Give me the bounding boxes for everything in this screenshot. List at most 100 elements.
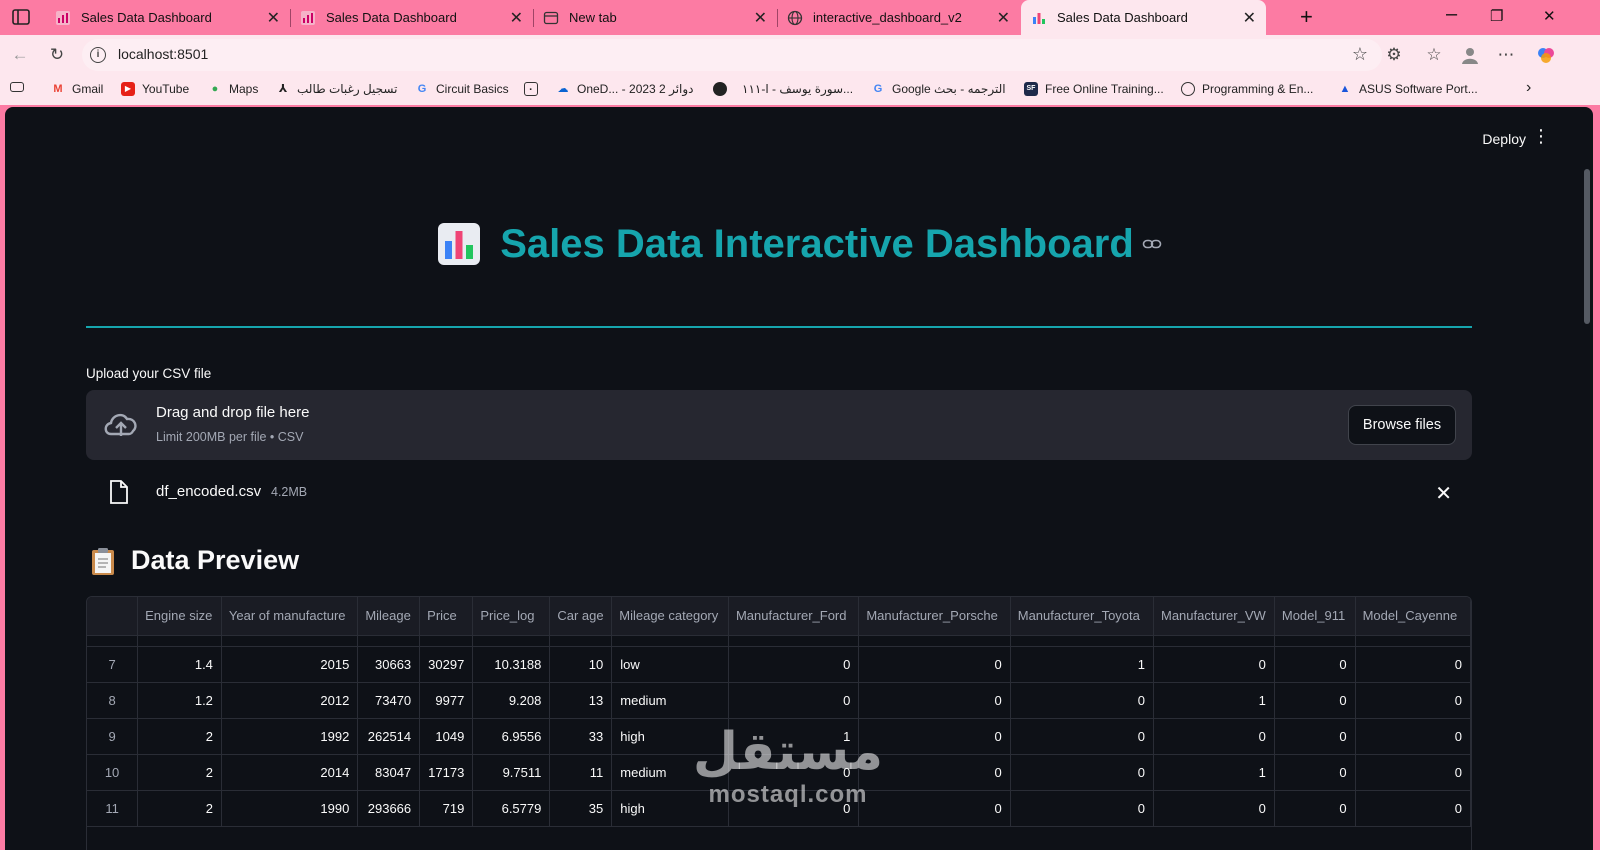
table-cell[interactable]: 0: [1355, 682, 1471, 719]
table-cell[interactable]: 9.208: [472, 682, 551, 719]
browser-tab[interactable]: Sales Data Dashboard ✕: [290, 0, 533, 35]
column-header[interactable]: Model_Cayenne: [1355, 597, 1471, 636]
apps-icon[interactable]: [10, 82, 31, 92]
extensions-icon[interactable]: ⚙: [1384, 45, 1404, 65]
table-cell[interactable]: 0: [1010, 682, 1155, 719]
table-cell[interactable]: 1: [1153, 754, 1275, 791]
column-header[interactable]: Manufacturer_VW: [1153, 597, 1275, 636]
table-cell[interactable]: 0: [1010, 718, 1155, 755]
tab-actions-icon[interactable]: [12, 9, 30, 25]
close-tab-icon[interactable]: ✕: [510, 8, 523, 28]
table-cell[interactable]: 0: [1355, 754, 1471, 791]
table-cell[interactable]: 0: [1274, 646, 1356, 683]
column-header[interactable]: Year of manufacture: [221, 597, 359, 636]
favorites-icon[interactable]: ☆: [1424, 45, 1444, 65]
remove-file-icon[interactable]: ✕: [1435, 481, 1452, 506]
table-cell[interactable]: 293666: [357, 790, 421, 827]
table-cell[interactable]: 262514: [357, 718, 421, 755]
table-cell[interactable]: 2: [137, 754, 222, 791]
table-cell[interactable]: 0: [1274, 682, 1356, 719]
table-cell[interactable]: 30663: [357, 646, 421, 683]
table-row[interactable]: 7 1.4 2015 30663 30297 10.3188 10 low 0 0 1 0 0 0: [87, 646, 1471, 683]
bookmark-onedrive[interactable]: ☁ OneD... - 2023 دوائر 2: [556, 82, 694, 96]
bookmark-free-training[interactable]: SF Free Online Training...: [1024, 82, 1164, 96]
url-text[interactable]: localhost:8501: [118, 46, 208, 62]
column-header[interactable]: Price_log: [472, 597, 551, 636]
table-cell[interactable]: 0: [728, 682, 860, 719]
table-cell[interactable]: 9.7511: [472, 754, 551, 791]
favorite-star-icon[interactable]: ☆: [1352, 44, 1368, 65]
table-cell[interactable]: 0: [1355, 646, 1471, 683]
column-header[interactable]: Manufacturer_Toyota: [1010, 597, 1155, 636]
table-cell[interactable]: 33: [549, 718, 613, 755]
table-cell[interactable]: 0: [1010, 790, 1155, 827]
table-cell[interactable]: 83047: [357, 754, 421, 791]
browser-tab-active[interactable]: Sales Data Dashboard ✕: [1021, 0, 1266, 35]
table-cell[interactable]: 1992: [221, 718, 359, 755]
bookmark-youtube[interactable]: ▶ YouTube: [121, 82, 189, 96]
table-cell[interactable]: medium: [611, 682, 729, 719]
site-info-icon[interactable]: i: [90, 47, 106, 63]
column-header[interactable]: Mileage category: [611, 597, 729, 636]
browser-tab[interactable]: Sales Data Dashboard ✕: [45, 0, 290, 35]
table-cell[interactable]: 17173: [419, 754, 474, 791]
bookmark-google-translate[interactable]: G Google الترجمه - بحث: [871, 82, 1006, 96]
bookmark-programming[interactable]: Programming & En...: [1181, 82, 1313, 96]
profile-icon[interactable]: [1460, 45, 1480, 65]
table-cell[interactable]: 10.3188: [472, 646, 551, 683]
reload-icon[interactable]: ↻: [47, 45, 67, 65]
table-cell[interactable]: 1990: [221, 790, 359, 827]
table-cell[interactable]: 13: [549, 682, 613, 719]
bookmark-student[interactable]: ⅄ تسجيل رغبات طالب: [276, 82, 398, 96]
anchor-link-icon[interactable]: [1142, 234, 1162, 254]
table-cell[interactable]: 0: [1274, 754, 1356, 791]
table-cell[interactable]: 0: [1274, 718, 1356, 755]
close-tab-icon[interactable]: ✕: [997, 8, 1010, 28]
restore-icon[interactable]: ❐: [1490, 7, 1503, 25]
file-dropzone[interactable]: Drag and drop file here Limit 200MB per …: [86, 390, 1472, 460]
table-cell[interactable]: 1.2: [137, 682, 222, 719]
table-cell[interactable]: 0: [858, 646, 1011, 683]
browser-tab[interactable]: New tab ✕: [533, 0, 777, 35]
more-menu-icon[interactable]: ⋯: [1496, 45, 1516, 65]
table-cell[interactable]: 1.4: [137, 646, 222, 683]
bookmark-circuit-basics[interactable]: G Circuit Basics: [415, 82, 509, 96]
table-cell[interactable]: 0: [728, 646, 860, 683]
bookmarks-overflow-icon[interactable]: ›: [1526, 79, 1531, 97]
table-row[interactable]: 8 1.2 2012 73470 9977 9.208 13 medium 0 0 0 1 0 0: [87, 682, 1471, 719]
table-cell[interactable]: low: [611, 646, 729, 683]
bookmark-asus[interactable]: ▲ ASUS Software Port...: [1338, 82, 1478, 96]
table-cell[interactable]: 2: [137, 790, 222, 827]
table-cell[interactable]: 0: [1153, 646, 1275, 683]
table-cell[interactable]: 2014: [221, 754, 359, 791]
bookmark-gmail[interactable]: M Gmail: [51, 82, 103, 96]
column-header[interactable]: Manufacturer_Ford: [728, 597, 860, 636]
table-cell[interactable]: 1: [1153, 682, 1275, 719]
table-cell[interactable]: 10: [549, 646, 613, 683]
table-cell[interactable]: 0: [1355, 790, 1471, 827]
table-cell[interactable]: 0: [1153, 718, 1275, 755]
table-cell[interactable]: 1049: [419, 718, 474, 755]
column-header[interactable]: Price: [419, 597, 474, 636]
column-header[interactable]: Manufacturer_Porsche: [858, 597, 1011, 636]
table-cell[interactable]: 2012: [221, 682, 359, 719]
new-tab-icon[interactable]: +: [1300, 4, 1313, 30]
close-tab-icon[interactable]: ✕: [754, 8, 767, 28]
table-cell[interactable]: 1: [1010, 646, 1155, 683]
table-cell[interactable]: 0: [1355, 718, 1471, 755]
table-cell[interactable]: 30297: [419, 646, 474, 683]
table-cell[interactable]: 0: [1274, 790, 1356, 827]
table-cell[interactable]: 2: [137, 718, 222, 755]
table-cell[interactable]: 9977: [419, 682, 474, 719]
column-header[interactable]: Mileage: [357, 597, 421, 636]
bookmark-maps[interactable]: ● Maps: [208, 82, 259, 96]
table-cell[interactable]: 73470: [357, 682, 421, 719]
close-tab-icon[interactable]: ✕: [267, 8, 280, 28]
address-bar[interactable]: i localhost:8501 ☆: [82, 39, 1382, 71]
table-cell[interactable]: 6.9556: [472, 718, 551, 755]
close-window-icon[interactable]: ✕: [1543, 7, 1556, 25]
browse-files-button[interactable]: Browse files: [1348, 405, 1456, 445]
bookmark-surah[interactable]: سورة يوسف - ا-١١١...: [742, 82, 853, 96]
bookmark-dark[interactable]: [713, 82, 734, 96]
browser-tab[interactable]: interactive_dashboard_v2 ✕: [777, 0, 1020, 35]
